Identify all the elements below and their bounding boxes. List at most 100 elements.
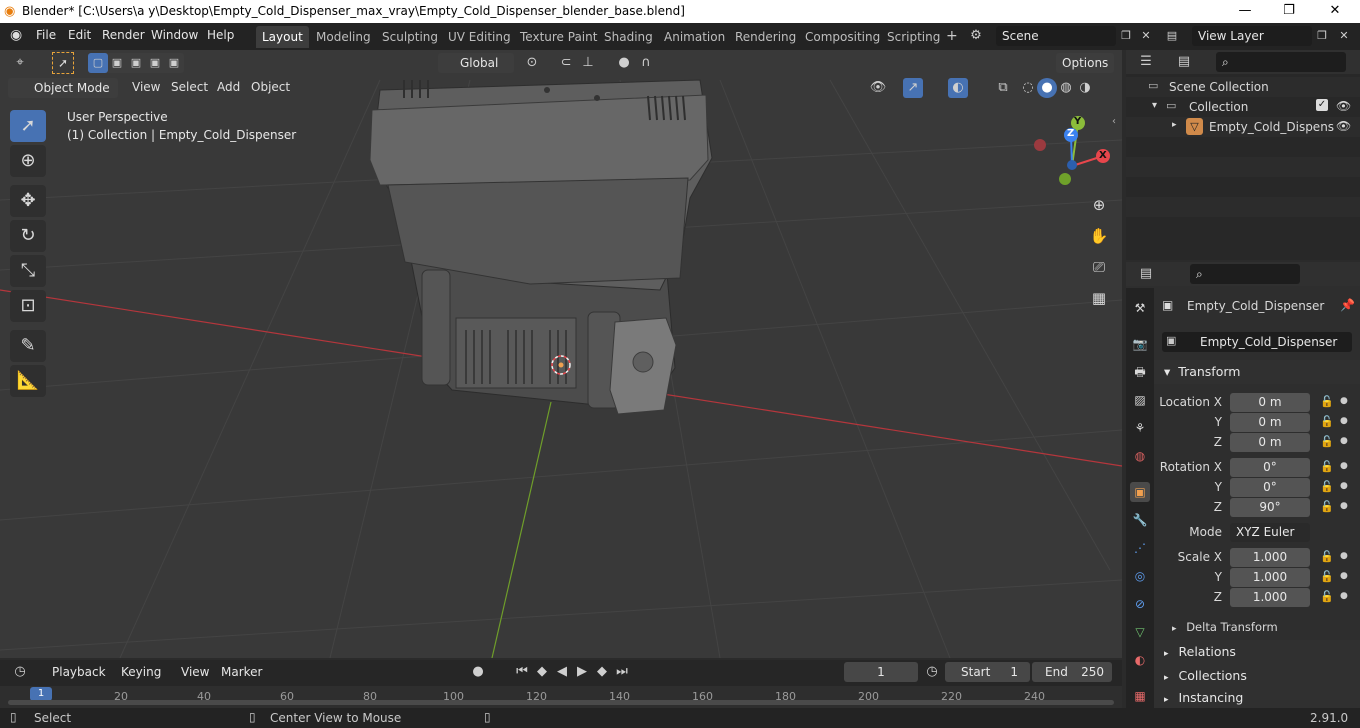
proportional-edit-icon[interactable]: ●	[614, 53, 634, 73]
tab-rendering[interactable]: Rendering	[729, 26, 802, 48]
new-scene-icon[interactable]: ❐	[1116, 26, 1136, 46]
keyframe-dot-icon[interactable]: ●	[1340, 416, 1348, 426]
falloff-icon[interactable]: ∩	[636, 53, 656, 73]
timeline-menu-keying[interactable]: Keying	[121, 665, 161, 679]
particles-tab-icon[interactable]: ⋰	[1130, 538, 1150, 558]
outliner-editor-type-icon[interactable]: ☰	[1136, 52, 1156, 72]
keyframe-dot-icon[interactable]: ●	[1340, 591, 1348, 601]
scene-tab-icon[interactable]: ⚘	[1130, 418, 1150, 438]
cold-dispenser-model[interactable]	[369, 79, 713, 415]
snap-icon[interactable]: ⊂	[556, 53, 576, 73]
playhead[interactable]: 1	[30, 687, 52, 701]
expand-arrow-icon[interactable]: ▸	[1172, 120, 1177, 130]
tab-uv-editing[interactable]: UV Editing	[442, 26, 517, 48]
collections-panel-header[interactable]: ▸ Collections	[1154, 664, 1360, 688]
timeline-scrollbar[interactable]	[8, 700, 1114, 705]
keyframe-dot-icon[interactable]: ●	[1340, 396, 1348, 406]
current-frame-field[interactable]: 1	[844, 662, 918, 682]
scene-name-field[interactable]: Scene	[996, 26, 1116, 46]
collection-checkbox[interactable]: ✓	[1316, 99, 1328, 111]
expand-arrow-icon[interactable]: ▾	[1152, 100, 1157, 111]
selection-intersect-icon[interactable]: ▣	[164, 53, 184, 73]
render-tab-icon[interactable]: 📷	[1130, 334, 1150, 354]
options-dropdown[interactable]: Options	[1056, 53, 1114, 73]
menu-file[interactable]: File	[36, 28, 56, 42]
lock-icon[interactable]: 🔓	[1320, 550, 1334, 563]
wireframe-shading-icon[interactable]: ◌	[1018, 78, 1038, 98]
rotate-tool-button[interactable]: ↻	[10, 220, 46, 252]
delta-transform-subpanel[interactable]: ▸ Delta Transform	[1172, 620, 1278, 634]
editor-type-icon[interactable]: ⌖	[10, 53, 30, 73]
move-tool-button[interactable]: ✥	[10, 185, 46, 217]
object-datablock-icon[interactable]: ▣	[1166, 334, 1176, 347]
selection-subtract-icon[interactable]: ▣	[126, 53, 146, 73]
sidebar-toggle-icon[interactable]: ‹	[1112, 116, 1116, 127]
outliner-row-scene-collection[interactable]: ▭ Scene Collection	[1126, 77, 1360, 97]
transform-tool-button[interactable]: ⊡	[10, 290, 46, 322]
tab-scripting[interactable]: Scripting	[881, 26, 946, 48]
close-window-button[interactable]: ✕	[1312, 0, 1358, 23]
rotation-z-field[interactable]: 90°	[1230, 498, 1310, 517]
tab-layout[interactable]: Layout	[256, 26, 309, 48]
rotation-y-field[interactable]: 0°	[1230, 478, 1310, 497]
timeline-editor-type-icon[interactable]: ◷	[10, 662, 30, 682]
lock-icon[interactable]: 🔓	[1320, 590, 1334, 603]
start-frame-field[interactable]: Start 1	[945, 662, 1030, 682]
pivot-point-icon[interactable]: ⊙	[522, 53, 542, 73]
menu-help[interactable]: Help	[207, 28, 234, 42]
view-layer-icon[interactable]: ▤	[1162, 26, 1182, 46]
object-name-field[interactable]: Empty_Cold_Dispenser	[1162, 332, 1352, 352]
menu-edit[interactable]: Edit	[68, 28, 91, 42]
rotation-mode-dropdown[interactable]: XYZ Euler	[1230, 523, 1310, 542]
view-layer-field[interactable]: View Layer	[1192, 26, 1312, 46]
snap-target-icon[interactable]: ⊥	[578, 53, 598, 73]
lock-icon[interactable]: 🔓	[1320, 500, 1334, 513]
lock-icon[interactable]: 🔓	[1320, 480, 1334, 493]
outliner-search-input[interactable]: ⌕	[1216, 52, 1346, 72]
xray-toggle-icon[interactable]: ⧉	[993, 78, 1013, 98]
world-tab-icon[interactable]: ◍	[1130, 446, 1150, 466]
modifier-tab-icon[interactable]: 🔧	[1130, 510, 1150, 530]
prev-keyframe-icon[interactable]: ◆	[532, 662, 552, 682]
minimize-button[interactable]: —	[1222, 0, 1268, 23]
select-tool-button[interactable]: ➚	[10, 110, 46, 142]
menu-window[interactable]: Window	[151, 28, 198, 42]
lock-icon[interactable]: 🔓	[1320, 460, 1334, 473]
3d-viewport[interactable]: X Y Z ⌖ ➚ ▢ ▣ ▣ ▣ ▣ Global ⊙ ⊂ ⊥ ● ∩ Opt…	[0, 50, 1122, 658]
viewport-menu-select[interactable]: Select	[171, 80, 208, 94]
tab-modeling[interactable]: Modeling	[310, 26, 377, 48]
gizmo-toggle-icon[interactable]: ↗	[903, 78, 923, 98]
selection-extend-icon[interactable]: ▣	[107, 53, 127, 73]
play-reverse-icon[interactable]: ◀	[552, 662, 572, 682]
keyframe-dot-icon[interactable]: ●	[1340, 461, 1348, 471]
overlays-toggle-icon[interactable]: ◐	[948, 78, 968, 98]
transform-orientation-dropdown[interactable]: Global	[438, 53, 514, 73]
tab-shading[interactable]: Shading	[598, 26, 659, 48]
view-layer-tab-icon[interactable]: ▨	[1130, 390, 1150, 410]
display-mode-icon[interactable]: ▤	[1174, 52, 1194, 72]
solid-shading-icon[interactable]: ●	[1037, 78, 1057, 98]
lock-icon[interactable]: 🔓	[1320, 435, 1334, 448]
maximize-button[interactable]: ❐	[1266, 0, 1312, 23]
object-mode-dropdown[interactable]: Object Mode	[8, 78, 118, 98]
output-tab-icon[interactable]: 🖶	[1130, 362, 1150, 382]
select-box-tool-icon[interactable]: ➚	[52, 52, 74, 74]
rotation-x-field[interactable]: 0°	[1230, 458, 1310, 477]
delete-scene-icon[interactable]: ✕	[1136, 26, 1156, 46]
tool-tab-icon[interactable]: ⚒	[1130, 298, 1150, 318]
pin-icon[interactable]: 📌	[1340, 298, 1355, 312]
scale-tool-button[interactable]: ⤡	[10, 255, 46, 287]
timeline-menu-marker[interactable]: Marker	[221, 665, 262, 679]
measure-tool-button[interactable]: 📐	[10, 365, 46, 397]
outliner-row-object[interactable]: ▸ ▽ Empty_Cold_Dispens 👁	[1126, 117, 1360, 137]
properties-search-input[interactable]: ⌕	[1190, 264, 1300, 284]
tab-texture-paint[interactable]: Texture Paint	[514, 26, 603, 48]
tab-compositing[interactable]: Compositing	[799, 26, 886, 48]
location-x-field[interactable]: 0 m	[1230, 393, 1310, 412]
annotate-tool-button[interactable]: ✎	[10, 330, 46, 362]
keyframe-dot-icon[interactable]: ●	[1340, 571, 1348, 581]
transform-panel-header[interactable]: ▾ Transform	[1154, 360, 1360, 384]
menu-render[interactable]: Render	[102, 28, 145, 42]
play-icon[interactable]: ▶	[572, 662, 592, 682]
lock-icon[interactable]: 🔓	[1320, 415, 1334, 428]
